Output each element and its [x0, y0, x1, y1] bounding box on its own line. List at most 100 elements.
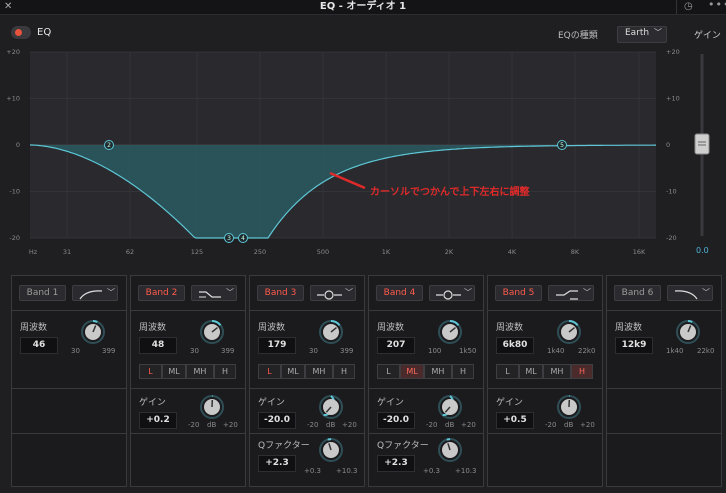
- x-tick-label: 500: [317, 248, 329, 256]
- chevron-down-icon: ﹀: [107, 288, 115, 297]
- band-node-label: 4: [241, 235, 245, 242]
- frequency-value[interactable]: 207: [377, 337, 415, 354]
- frequency-max: 399: [340, 347, 354, 355]
- band-header: Band 4 ﹀: [369, 276, 483, 311]
- q-section: Qファクター +2.3 +0.3 +10.3: [369, 433, 483, 486]
- title-divider: [676, 0, 677, 14]
- range-l-button[interactable]: L: [496, 364, 519, 379]
- frequency-section: 周波数 6k80 1k40 22k0 L ML MH H: [488, 310, 602, 389]
- eq-enable-toggle[interactable]: [11, 26, 31, 39]
- filter-shape-dropdown[interactable]: ﹀: [310, 285, 356, 301]
- frequency-knob[interactable]: [318, 319, 344, 349]
- range-mh-button[interactable]: MH: [424, 364, 452, 379]
- range-l-button[interactable]: L: [377, 364, 400, 379]
- frequency-min: 100: [428, 347, 442, 355]
- x-tick-label: 8K: [571, 248, 580, 256]
- frequency-knob[interactable]: [199, 319, 225, 349]
- band-toggle-button[interactable]: Band 3: [257, 285, 304, 301]
- more-options-icon[interactable]: •••: [708, 0, 726, 11]
- band-node-label: 3: [227, 235, 231, 242]
- y-tick-label: -10: [9, 188, 20, 196]
- range-h-button[interactable]: H: [571, 364, 593, 379]
- y-tick-label: -10: [666, 188, 677, 196]
- gain-label: ゲイン: [258, 398, 285, 408]
- y-tick-label: 0: [666, 141, 670, 149]
- gain-knob[interactable]: [199, 394, 225, 424]
- band-toggle-button[interactable]: Band 2: [138, 285, 185, 301]
- gain-max: +20: [580, 421, 595, 429]
- lowcut-icon: [79, 290, 103, 300]
- frequency-section: 周波数 48 30 399 L ML MH H: [131, 310, 245, 389]
- history-icon[interactable]: ◷: [684, 1, 693, 12]
- filter-shape-dropdown[interactable]: ﹀: [548, 285, 594, 301]
- frequency-min: 1k40: [547, 347, 565, 355]
- y-tick-label: +10: [6, 95, 20, 103]
- range-h-button[interactable]: H: [452, 364, 474, 379]
- gain-label: ゲイン: [694, 31, 721, 41]
- y-tick-label: -20: [666, 234, 677, 242]
- frequency-value[interactable]: 48: [139, 337, 177, 354]
- range-h-button[interactable]: H: [333, 364, 355, 379]
- range-ml-button[interactable]: ML: [281, 364, 305, 379]
- frequency-min: 1k40: [666, 347, 684, 355]
- q-factor-knob[interactable]: [318, 437, 344, 467]
- band-header: Band 6 ﹀: [607, 276, 721, 311]
- range-mh-button[interactable]: MH: [543, 364, 571, 379]
- gain-max: +20: [223, 421, 238, 429]
- range-mh-button[interactable]: MH: [186, 364, 214, 379]
- band-toggle-button[interactable]: Band 1: [19, 285, 66, 301]
- frequency-section: 周波数 207 100 1k50 L ML MH H: [369, 310, 483, 389]
- band-panel-5: Band 5 ﹀ 周波数 6k80 1k40 22k0 L ML MH H ゲイン +0.5 -20 dB…: [487, 275, 603, 487]
- frequency-label: 周波数: [377, 323, 405, 333]
- x-tick-label: 1K: [382, 248, 391, 256]
- frequency-knob[interactable]: [675, 319, 701, 349]
- range-l-button[interactable]: L: [258, 364, 281, 379]
- gain-value[interactable]: +0.2: [139, 412, 177, 429]
- frequency-value[interactable]: 179: [258, 337, 296, 354]
- range-mh-button[interactable]: MH: [305, 364, 333, 379]
- band-toggle-button[interactable]: Band 4: [376, 285, 423, 301]
- chevron-down-icon: ﹀: [702, 288, 710, 297]
- frequency-knob[interactable]: [437, 319, 463, 349]
- frequency-knob[interactable]: [556, 319, 582, 349]
- filter-shape-dropdown[interactable]: ﹀: [191, 285, 237, 301]
- range-ml-button[interactable]: ML: [162, 364, 186, 379]
- frequency-value[interactable]: 46: [20, 337, 58, 354]
- eq-graph[interactable]: +20 +10 0 -10 -20 +20 +10 0 -10 -20 Hz 31 62 125 250…: [0, 48, 726, 268]
- filter-shape-dropdown[interactable]: ﹀: [429, 285, 475, 301]
- eq-type-dropdown[interactable]: Earth ﹀: [617, 26, 667, 43]
- gain-value[interactable]: +0.5: [496, 412, 534, 429]
- band-toggle-button[interactable]: Band 5: [495, 285, 542, 301]
- band-toggle-button[interactable]: Band 6: [614, 285, 661, 301]
- x-tick-label: 125: [191, 248, 203, 256]
- q-factor-value[interactable]: +2.3: [258, 455, 296, 472]
- range-ml-button[interactable]: ML: [519, 364, 543, 379]
- frequency-value[interactable]: 6k80: [496, 337, 534, 354]
- gain-value[interactable]: -20.0: [377, 412, 415, 429]
- q-factor-value[interactable]: +2.3: [377, 455, 415, 472]
- gain-knob[interactable]: [437, 394, 463, 424]
- gain-section: ゲイン +0.2 -20 dB +20: [131, 388, 245, 434]
- frequency-value[interactable]: 12k9: [615, 337, 653, 354]
- band-node-label: 5: [560, 142, 564, 149]
- x-tick-label: 62: [126, 248, 134, 256]
- gain-value[interactable]: -20.0: [258, 412, 296, 429]
- gain-slider-handle[interactable]: [694, 133, 710, 155]
- range-h-button[interactable]: H: [214, 364, 236, 379]
- gain-knob[interactable]: [318, 394, 344, 424]
- frequency-label: 周波数: [139, 323, 167, 333]
- y-tick-label: +20: [666, 48, 680, 56]
- eq-enable-indicator: [15, 29, 22, 36]
- y-tick-label: +20: [6, 48, 20, 56]
- gain-knob[interactable]: [556, 394, 582, 424]
- filter-shape-dropdown[interactable]: ﹀: [667, 285, 713, 301]
- q-factor-knob[interactable]: [437, 437, 463, 467]
- range-ml-button[interactable]: ML: [400, 364, 424, 379]
- frequency-max: 22k0: [697, 347, 715, 355]
- range-l-button[interactable]: L: [139, 364, 162, 379]
- y-axis-left: +20 +10 0 -10 -20: [6, 48, 20, 242]
- q-section: [488, 433, 602, 486]
- frequency-knob[interactable]: [80, 319, 106, 349]
- filter-shape-dropdown[interactable]: ﹀: [72, 285, 118, 301]
- frequency-section: 周波数 46 30 399: [12, 310, 126, 389]
